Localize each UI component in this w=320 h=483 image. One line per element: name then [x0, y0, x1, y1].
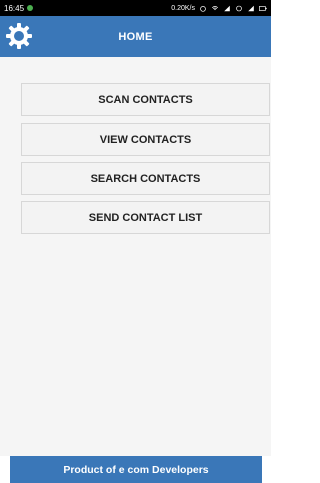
send-contact-list-button[interactable]: SEND CONTACT LIST: [21, 201, 270, 234]
status-time: 16:45: [4, 3, 25, 13]
notification-icon: [27, 5, 34, 11]
footer-banner: Product of e com Developers: [10, 456, 262, 483]
sim-icon: [236, 5, 242, 11]
wifi-icon: [211, 5, 219, 10]
status-bar: 16:45 0.20K/s: [0, 0, 271, 16]
scan-contacts-button[interactable]: SCAN CONTACTS: [21, 83, 270, 116]
search-contacts-button[interactable]: SEARCH CONTACTS: [21, 162, 270, 195]
settings-button[interactable]: [6, 23, 32, 49]
view-contacts-button[interactable]: VIEW CONTACTS: [21, 123, 270, 156]
status-left: 16:45: [4, 3, 34, 13]
alarm-icon: [200, 5, 206, 12]
footer-text: Product of e com Developers: [63, 463, 209, 476]
status-right: 0.20K/s: [171, 5, 267, 12]
battery-icon: [259, 5, 267, 11]
signal-icon-2: [248, 5, 254, 11]
main-content: SCAN CONTACTS VIEW CONTACTS SEARCH CONTA…: [0, 57, 271, 456]
signal-icon: [224, 5, 230, 11]
app-bar: HOME: [0, 16, 271, 57]
gear-icon: [6, 23, 32, 49]
page-title: HOME: [118, 30, 153, 43]
network-speed: 0.20K/s: [171, 4, 195, 12]
